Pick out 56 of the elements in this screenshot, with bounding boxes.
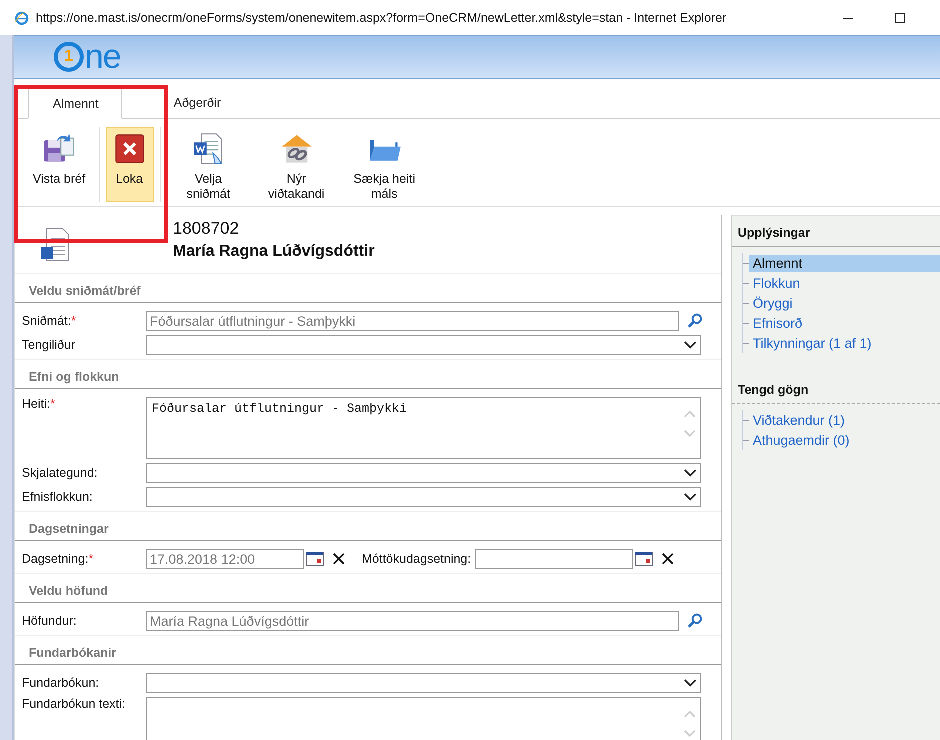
clear-icon[interactable] xyxy=(332,552,346,566)
toolbar-button[interactable]: Loka xyxy=(106,127,154,202)
panel-heading: Tengd gögn xyxy=(738,383,809,397)
dropdown-field[interactable] xyxy=(146,673,701,693)
panel-heading: Upplýsingar xyxy=(738,226,810,240)
field-label: Tengiliður xyxy=(22,338,77,352)
field-label: Fundarbókun: xyxy=(22,676,100,690)
field-label: Sniðmát:* xyxy=(22,314,78,328)
section-heading: Veldu höfund xyxy=(29,584,108,598)
dropdown-field[interactable] xyxy=(146,463,701,483)
document-author: María Ragna Lúðvígsdóttir xyxy=(173,243,375,261)
logo: 1 ne xyxy=(54,38,121,76)
dropdown-field[interactable] xyxy=(146,487,701,507)
panel-link[interactable]: Athugaemdir (0) xyxy=(749,432,940,448)
toolbar-button[interactable]: Sækja heiti máls xyxy=(342,127,427,202)
field-label: Efnisflokkun: xyxy=(22,490,94,504)
chevron-down-icon[interactable] xyxy=(684,678,697,688)
panel-link[interactable]: Viðtakendur (1) xyxy=(749,412,940,428)
field-label: Heiti:* xyxy=(22,397,56,411)
field-label: Skjalategund: xyxy=(22,466,99,480)
chevron-down-icon[interactable] xyxy=(684,340,697,350)
section-heading: Efni og flokkun xyxy=(29,370,120,384)
panel-link[interactable]: Flokkun xyxy=(749,274,940,292)
search-icon[interactable] xyxy=(687,313,703,329)
maximize-icon[interactable] xyxy=(894,12,906,24)
date-field[interactable] xyxy=(475,549,634,569)
toolbar-button[interactable]: Velja sniðmát xyxy=(166,127,251,202)
panel-link[interactable]: Efnisorð xyxy=(749,314,940,332)
panel-link[interactable]: Tilkynningar (1 af 1) xyxy=(749,334,940,352)
section-heading: Dagsetningar xyxy=(29,522,109,536)
calendar-icon[interactable] xyxy=(635,552,654,566)
tab[interactable]: Almennt xyxy=(28,88,122,119)
calendar-icon[interactable] xyxy=(306,552,324,566)
panel-link[interactable]: Öryggi xyxy=(749,294,940,312)
clear-icon[interactable] xyxy=(661,552,676,566)
date-field[interactable]: 17.08.2018 12:00 xyxy=(146,549,304,569)
field-label: Dagsetning:* xyxy=(22,552,95,566)
panel-link[interactable]: Almennt xyxy=(749,254,940,272)
dropdown-field[interactable] xyxy=(146,335,701,355)
field-label: Móttökudagsetning: xyxy=(362,552,472,566)
section-heading: Veldu sniðmát/bréf xyxy=(29,284,141,298)
toolbar-button[interactable]: Nýr viðtakandi xyxy=(254,127,339,202)
field-label: Höfundur: xyxy=(22,614,78,628)
chevron-down-icon[interactable] xyxy=(684,492,697,502)
toolbar-button[interactable]: Vista bréf xyxy=(26,127,93,202)
field-label: Fundarbókun texti: xyxy=(22,697,127,711)
chevron-down-icon[interactable] xyxy=(684,468,697,478)
document-number: 1808702 xyxy=(173,219,240,239)
lookup-field[interactable]: Fóðursalar útflutningur - Samþykki xyxy=(146,311,679,331)
window-title: https://one.mast.is/onecrm/oneForms/system/onenewitem.aspx?form=OneCRM/newLetter.xml&style=stan - Internet Explorer xyxy=(36,10,728,24)
close-icon xyxy=(112,132,147,166)
browser-icon xyxy=(14,10,30,26)
lookup-field[interactable]: María Ragna Lúðvígsdóttir xyxy=(146,611,679,631)
tab[interactable]: Aðgerðir xyxy=(156,88,240,118)
search-icon[interactable] xyxy=(687,613,703,629)
section-heading: Fundarbókanir xyxy=(29,646,117,660)
